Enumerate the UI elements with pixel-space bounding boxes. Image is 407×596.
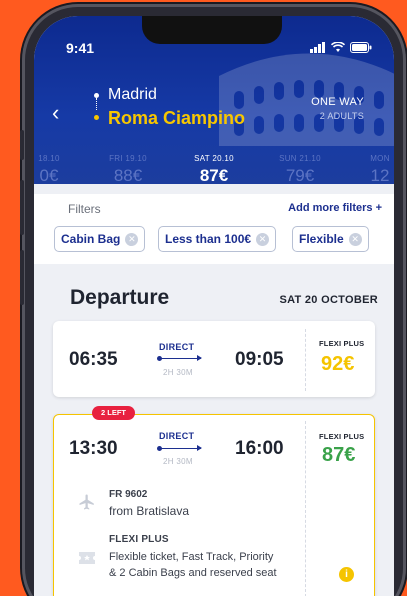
arrival-time: 09:05 [235, 349, 284, 370]
fare-description-line: & 2 Cabin Bags and reserved seat [109, 567, 277, 579]
phone-volume-up [20, 180, 24, 235]
date-price: 0€ [39, 166, 59, 184]
card-divider [305, 329, 306, 391]
remove-filter-icon[interactable]: ✕ [348, 232, 362, 246]
ticket-icon [79, 552, 95, 564]
remove-filter-icon[interactable]: ✕ [125, 232, 139, 246]
battery-icon [350, 42, 372, 53]
departure-time: 06:35 [69, 349, 118, 370]
filter-chip-label: Cabin Bag [61, 232, 121, 246]
info-icon[interactable]: i [339, 567, 354, 582]
flight-card-selected[interactable]: 13:30 DIRECT 2H 30M 16:00 FLEXI PLUS 87€… [53, 414, 375, 596]
date-label: SAT 20.10 [194, 154, 234, 163]
add-filters-button[interactable]: Add more filters + [288, 202, 382, 214]
date-option-selected[interactable]: SAT 20.10 87€ [176, 154, 252, 184]
destination-dot [94, 115, 99, 120]
passenger-count: 2 ADULTS [319, 111, 364, 121]
flight-type: DIRECT [159, 431, 195, 441]
filter-chip-cabin-bag[interactable]: Cabin Bag ✕ [54, 226, 146, 252]
back-arrow-icon[interactable]: ‹ [52, 100, 59, 126]
route-arrow-icon [157, 355, 202, 361]
departure-date: SAT 20 OCTOBER [279, 294, 378, 306]
flight-price: 92€ [321, 353, 355, 375]
route-arrow-icon [157, 445, 202, 451]
app-screen: 9:41 ‹ Madrid Roma Ciampino ONE WAY 2 AD… [34, 16, 394, 596]
date-price: 12 [370, 166, 390, 184]
flight-price: 87€ [322, 444, 356, 466]
arrival-time: 16:00 [235, 438, 284, 459]
date-option[interactable]: 18.10 0€ [34, 154, 74, 184]
flight-duration: 2H 30M [163, 368, 193, 377]
phone-mute-switch [20, 130, 24, 160]
departure-title: Departure [70, 286, 170, 309]
filter-chip-label: Less than 100€ [165, 232, 252, 246]
departure-time: 13:30 [69, 438, 118, 459]
date-price: 79€ [285, 166, 315, 184]
flight-origin-note: from Bratislava [109, 504, 190, 518]
signal-icon [310, 42, 325, 53]
remove-filter-icon[interactable]: ✕ [256, 232, 270, 246]
flight-number: FR 9602 [109, 489, 148, 500]
airplane-icon [79, 494, 94, 510]
status-time: 9:41 [66, 40, 95, 56]
filter-chip-flexible[interactable]: Flexible ✕ [292, 226, 369, 252]
date-label: FRI 19.10 [109, 154, 147, 163]
date-label: 18.10 [38, 154, 60, 163]
fare-type: FLEXI PLUS [319, 432, 365, 441]
wifi-icon [331, 42, 345, 52]
fare-description-line: Flexible ticket, Fast Track, Priority [109, 551, 274, 563]
filter-chip-label: Flexible [299, 232, 344, 246]
trip-type: ONE WAY [311, 96, 364, 108]
date-selector[interactable]: 18.10 0€ FRI 19.10 88€ SAT 20.10 87€ SUN… [34, 154, 394, 184]
origin-city: Madrid [108, 86, 157, 103]
flight-type: DIRECT [159, 342, 195, 352]
date-label: MON [370, 154, 390, 163]
destination-city: Roma Ciampino [108, 108, 246, 128]
fare-details-description: Flexible ticket, Fast Track, Priority & … [109, 549, 309, 581]
flight-duration: 2H 30M [163, 457, 193, 466]
filter-chip-price[interactable]: Less than 100€ ✕ [158, 226, 277, 252]
date-label: SUN 21.10 [279, 154, 321, 163]
filters-label: Filters [68, 202, 101, 216]
fare-type: FLEXI PLUS [319, 339, 365, 348]
status-icons [310, 42, 372, 53]
phone-volume-down [20, 250, 24, 305]
phone-notch [142, 16, 282, 44]
route-connector [96, 98, 97, 110]
fare-details-title: FLEXI PLUS [109, 534, 169, 545]
date-option[interactable]: SUN 21.10 79€ [264, 154, 336, 184]
date-price: 88€ [113, 166, 143, 184]
seats-left-badge: 2 LEFT [92, 406, 136, 420]
date-option[interactable]: FRI 19.10 88€ [92, 154, 164, 184]
filters-bar: Filters Add more filters + Cabin Bag ✕ L… [34, 194, 394, 264]
flight-card[interactable]: 06:35 DIRECT 2H 30M 09:05 FLEXI PLUS 92€ [53, 321, 375, 397]
date-option[interactable]: MON 12 [360, 154, 394, 184]
date-price: 87€ [199, 166, 229, 184]
